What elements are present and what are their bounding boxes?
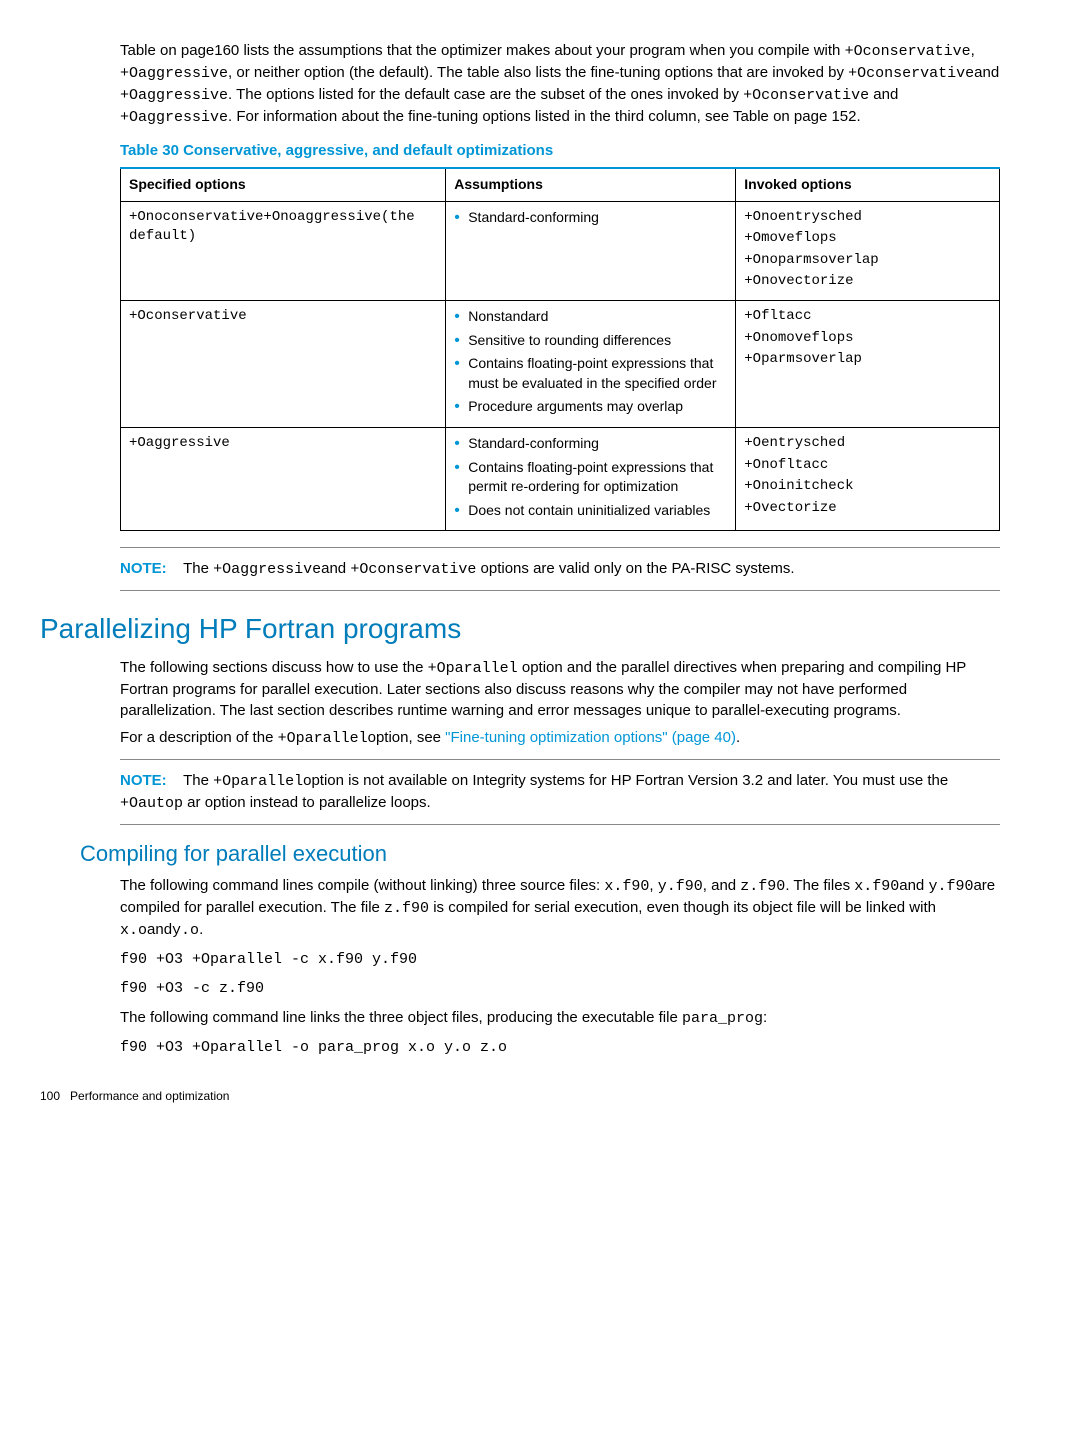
- list-item: Standard-conforming: [454, 208, 727, 228]
- compiling-paragraph-1: The following command lines compile (wit…: [120, 875, 1000, 941]
- invoked-cell: +Ofltacc +Onomoveflops +Oparmsoverlap: [736, 300, 1000, 427]
- compiling-paragraph-2: The following command line links the thr…: [120, 1007, 1000, 1029]
- note-label: NOTE:: [120, 772, 167, 789]
- list-item: +Oparmsoverlap: [744, 350, 991, 370]
- list-item: Contains floating-point expressions that…: [454, 458, 727, 497]
- col-assumptions: Assumptions: [446, 168, 736, 201]
- col-specified: Specified options: [121, 168, 446, 201]
- note-label: NOTE:: [120, 560, 167, 577]
- note-paragraph: NOTE: The +Oaggressiveand +Oconservative…: [120, 558, 1000, 580]
- list-item: Nonstandard: [454, 307, 727, 327]
- list-item: Procedure arguments may overlap: [454, 397, 727, 417]
- list-item: +Onoparmsoverlap: [744, 251, 991, 271]
- spec-cell: +Onoconservative+Onoaggressive(the defau…: [121, 201, 446, 300]
- table-row: +Oaggressive Standard-conforming Contain…: [121, 427, 1000, 530]
- section-heading-parallelizing: Parallelizing HP Fortran programs: [40, 609, 1000, 648]
- list-item: +Omoveflops: [744, 229, 991, 249]
- code-line-2: f90 +O3 -c z.f90: [120, 978, 1000, 999]
- assumptions-cell: Standard-conforming Contains floating-po…: [446, 427, 736, 530]
- list-item: +Ofltacc: [744, 307, 991, 327]
- spec-cell: +Oaggressive: [121, 427, 446, 530]
- footer-section: Performance and optimization: [70, 1089, 229, 1103]
- page-footer: 100 Performance and optimization: [40, 1088, 1000, 1105]
- table-row: +Oconservative Nonstandard Sensitive to …: [121, 300, 1000, 427]
- subsection-compiling: Compiling for parallel execution: [80, 839, 1000, 870]
- note-paragraph: NOTE: The +Oparalleloption is not availa…: [120, 770, 1000, 814]
- parallel-paragraph-2: For a description of the +Oparalleloptio…: [120, 727, 1000, 749]
- list-item: Contains floating-point expressions that…: [454, 354, 727, 393]
- list-item: +Onoentrysched: [744, 208, 991, 228]
- optimizations-table: Specified options Assumptions Invoked op…: [120, 167, 1000, 531]
- list-item: +Onoinitcheck: [744, 477, 991, 497]
- code-line-3: f90 +O3 +Oparallel -o para_prog x.o y.o …: [120, 1037, 1000, 1058]
- list-item: Standard-conforming: [454, 434, 727, 454]
- list-item: +Ovectorize: [744, 499, 991, 519]
- fine-tuning-link[interactable]: "Fine-tuning optimization options" (page…: [445, 729, 736, 746]
- divider: [120, 759, 1000, 760]
- list-item: +Onomoveflops: [744, 329, 991, 349]
- table-title: Table 30 Conservative, aggressive, and d…: [120, 140, 1000, 161]
- list-item: +Oentrysched: [744, 434, 991, 454]
- assumptions-cell: Nonstandard Sensitive to rounding differ…: [446, 300, 736, 427]
- invoked-cell: +Oentrysched +Onofltacc +Onoinitcheck +O…: [736, 427, 1000, 530]
- list-item: +Onofltacc: [744, 456, 991, 476]
- parallel-paragraph-1: The following sections discuss how to us…: [120, 657, 1000, 721]
- divider: [120, 824, 1000, 825]
- list-item: +Onovectorize: [744, 272, 991, 292]
- assumptions-cell: Standard-conforming: [446, 201, 736, 300]
- col-invoked: Invoked options: [736, 168, 1000, 201]
- spec-cell: +Oconservative: [121, 300, 446, 427]
- intro-paragraph: Table on page160 lists the assumptions t…: [120, 40, 1000, 128]
- list-item: Does not contain uninitialized variables: [454, 501, 727, 521]
- divider: [120, 590, 1000, 591]
- page-number: 100: [40, 1089, 60, 1103]
- divider: [120, 547, 1000, 548]
- table-row: +Onoconservative+Onoaggressive(the defau…: [121, 201, 1000, 300]
- table-header-row: Specified options Assumptions Invoked op…: [121, 168, 1000, 201]
- list-item: Sensitive to rounding differences: [454, 331, 727, 351]
- code-line-1: f90 +O3 +Oparallel -c x.f90 y.f90: [120, 949, 1000, 970]
- invoked-cell: +Onoentrysched +Omoveflops +Onoparmsover…: [736, 201, 1000, 300]
